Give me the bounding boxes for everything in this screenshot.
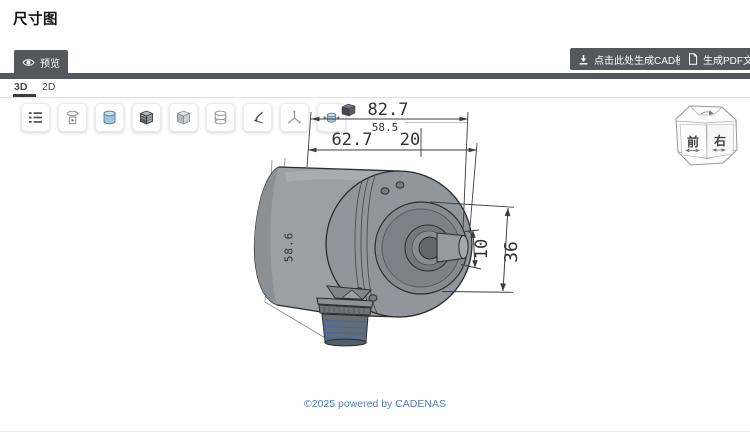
encoder-shaft (437, 233, 468, 262)
tool-button-solid-view[interactable] (169, 103, 198, 132)
dim-shaft-length: 20 (400, 130, 420, 150)
download-icon (578, 54, 589, 65)
animate-icon (64, 109, 81, 126)
tool-button-animate[interactable] (58, 103, 87, 132)
view-cube-right-label: 右 (713, 133, 726, 148)
view-cube[interactable]: 前 右 (666, 100, 750, 178)
page-bottom-border (0, 431, 750, 432)
generate-pdf-button[interactable]: 生成PDF文件 (680, 48, 750, 70)
tool-button-list[interactable] (21, 103, 50, 132)
hatched-view-icon (138, 109, 155, 126)
page-title: 尺寸图 (13, 8, 58, 29)
preview-button[interactable]: 预览 (14, 50, 68, 74)
tool-button-wireframe-view[interactable] (206, 103, 235, 132)
engraved-diameter: 58.6 (283, 232, 296, 263)
3d-model-canvas[interactable]: 58.6 (235, 88, 545, 380)
dim-cube-icon (342, 104, 355, 116)
dim-total-length: 82.7 (368, 100, 409, 120)
shaded-view-icon (101, 109, 118, 126)
tab-3d[interactable]: 3D (14, 81, 27, 93)
tool-button-shaded-view[interactable] (95, 103, 124, 132)
preview-label: 预览 (40, 55, 60, 70)
dim-ghost: 58.5 (372, 121, 399, 134)
tool-button-hatched-view[interactable] (132, 103, 161, 132)
tab-2d[interactable]: 2D (42, 81, 55, 93)
wireframe-view-icon (212, 109, 229, 126)
dim-body-length: 62.7 (332, 130, 373, 150)
footer-credit[interactable]: ©2025 powered by CADENAS (0, 398, 750, 410)
list-icon (27, 109, 44, 126)
view-cube-front-label: 前 (687, 134, 699, 149)
dim-shaft-diameter: 10 (472, 239, 492, 259)
eye-icon (22, 57, 35, 68)
solid-view-icon (175, 109, 192, 126)
pdf-file-icon (688, 53, 698, 65)
header-divider-bar (0, 73, 750, 79)
generate-pdf-label: 生成PDF文件 (703, 52, 750, 67)
dim-hub-diameter: 36 (501, 241, 522, 263)
dimension-drawing-page: 尺寸图 预览 点击此处生成CAD模型 生成PDF文件 3D 2D (0, 0, 750, 436)
